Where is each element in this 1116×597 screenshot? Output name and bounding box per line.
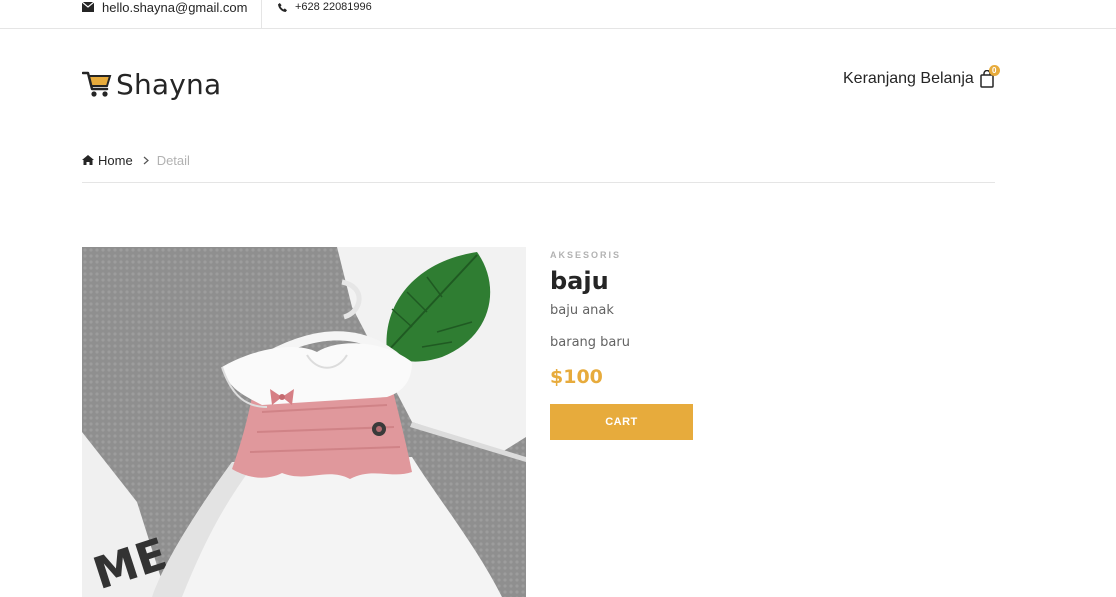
product-category: AKSESORIS — [550, 250, 622, 260]
topbar-divider — [261, 0, 262, 29]
contact-email[interactable]: hello.shayna@gmail.com — [82, 0, 248, 15]
product-title: baju — [550, 267, 609, 295]
breadcrumb-home[interactable]: Home — [82, 153, 133, 168]
envelope-icon — [82, 2, 94, 12]
product-info: AKSESORIS baju baju anak barang baru $10… — [550, 248, 990, 440]
shopping-cart-link[interactable]: Keranjang Belanja 0 — [843, 65, 1000, 90]
phone-text: +628 22081996 — [295, 1, 372, 13]
product-image[interactable]: ME — [82, 247, 526, 597]
shopping-cart-icon — [82, 71, 112, 97]
breadcrumb-current: Detail — [156, 152, 190, 168]
brand-name: Shayna — [116, 67, 222, 101]
product-price: $100 — [550, 366, 603, 388]
chevron-right-icon — [143, 153, 149, 168]
home-icon — [82, 155, 94, 165]
cart-count-badge: 0 — [988, 65, 1000, 76]
contact-phone[interactable]: +628 22081996 — [278, 0, 372, 14]
email-text: hello.shayna@gmail.com — [102, 0, 248, 15]
breadcrumb-home-label: Home — [98, 152, 133, 168]
brand-logo[interactable]: Shayna — [82, 66, 221, 102]
breadcrumb-divider — [82, 182, 995, 183]
top-bar: hello.shayna@gmail.com +628 22081996 — [0, 0, 1116, 29]
breadcrumb: Home Detail — [82, 151, 190, 169]
cart-label: Keranjang Belanja — [843, 70, 974, 87]
phone-icon — [278, 2, 287, 12]
add-to-cart-button[interactable]: CART — [550, 404, 693, 440]
shopping-bag-icon: 0 — [980, 65, 1000, 88]
product-description: baju anak — [550, 303, 614, 318]
product-condition: barang baru — [550, 335, 630, 350]
